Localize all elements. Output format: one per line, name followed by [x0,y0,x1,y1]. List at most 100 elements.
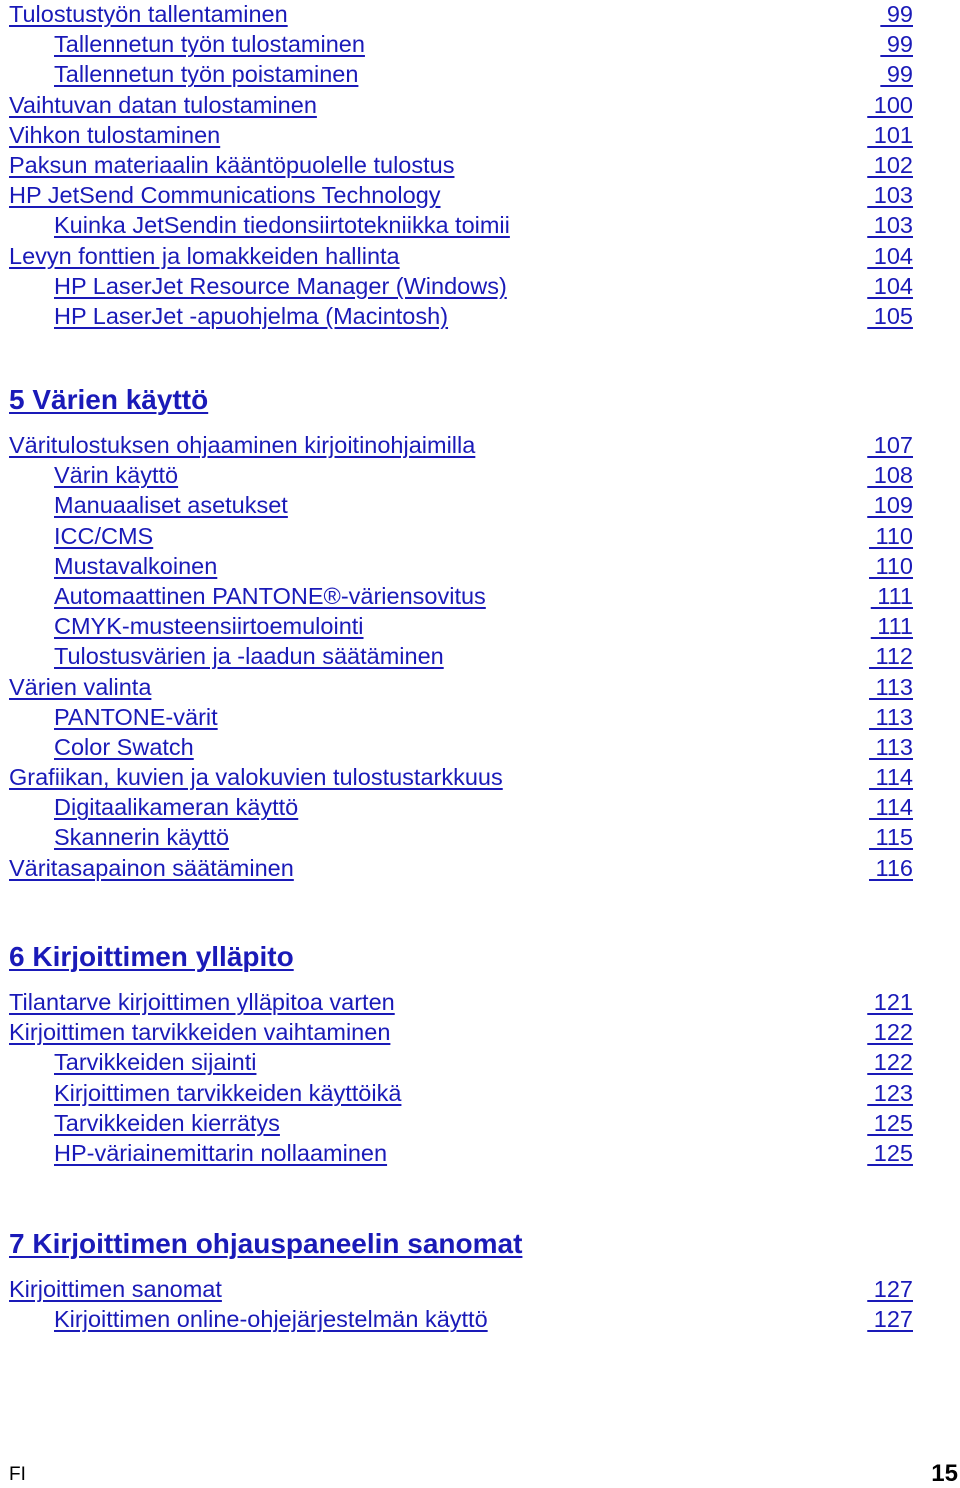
toc-entry: Tulostusvärien ja -laadun säätäminen 112 [0,642,960,672]
toc-entry-page-link[interactable]: 110 [869,551,913,581]
toc-entry-title-link[interactable]: Kirjoittimen tarvikkeiden vaihtaminen [9,1017,390,1047]
toc-entry-title-link[interactable]: Kuinka JetSendin tiedonsiirtotekniikka t… [54,210,510,240]
toc-entry: Tilantarve kirjoittimen ylläpitoa varten… [0,988,960,1018]
toc-entry-title-link[interactable]: HP JetSend Communications Technology [9,180,441,210]
toc-entry-page-link[interactable]: 103 [867,210,913,240]
toc-entry: Mustavalkoinen 110 [0,552,960,582]
toc-entry-title-link[interactable]: Color Swatch [54,732,194,762]
toc-entry-page-link[interactable]: 115 [869,822,913,852]
toc-entry-title-link[interactable]: Väritulostuksen ohjaaminen kirjoitinohja… [9,430,475,460]
toc-entry-page-link[interactable]: 112 [869,641,913,671]
toc-entry-title-link[interactable]: HP-väriainemittarin nollaaminen [54,1138,387,1168]
toc-entry-title-link[interactable]: Tarvikkeiden kierrätys [54,1108,280,1138]
toc-entry-page-link[interactable]: 113 [869,732,913,762]
toc-entry-page-link[interactable]: 99 [880,0,913,29]
toc-entry-page-link[interactable]: 116 [869,853,913,883]
toc-entry-title-link[interactable]: Tarvikkeiden sijainti [54,1047,256,1077]
toc-entry-title-link[interactable]: PANTONE-värit [54,702,218,732]
toc-entry: Tallennetun työn poistaminen 99 [0,60,960,90]
toc-entry-page-link[interactable]: 102 [867,150,913,180]
toc-entry: Kirjoittimen online-ohjejärjestelmän käy… [0,1305,960,1335]
toc-entry: Color Swatch 113 [0,733,960,763]
toc-entry-title-link[interactable]: Tulostustyön tallentaminen [9,0,288,29]
toc-entry-title-link[interactable]: Paksun materiaalin kääntöpuolelle tulost… [9,150,454,180]
toc-entry: Tallennetun työn tulostaminen 99 [0,30,960,60]
toc-entry: ICC/CMS 110 [0,522,960,552]
toc-entry-page-link[interactable]: 125 [867,1138,913,1168]
toc-entry-page-link[interactable]: 111 [871,611,913,641]
toc-entry-title-link[interactable]: Väritasapainon säätäminen [9,853,294,883]
toc-section: Tulostustyön tallentaminen 99 Tallennetun… [0,0,960,332]
toc-entry: Väritasapainon säätäminen 116 [0,854,960,884]
toc-entry-title-link[interactable]: Vihkon tulostaminen [9,120,220,150]
toc-entry-page-link[interactable]: 121 [867,987,913,1017]
toc-entry-page-link[interactable]: 105 [867,301,913,331]
footer-language-code: FI [9,1464,26,1485]
toc-entry-page-link[interactable]: 99 [880,29,913,59]
toc-entry-page-link[interactable]: 100 [867,90,913,120]
toc-entry-title-link[interactable]: Automaattinen PANTONE®-väriensovitus [54,581,486,611]
toc-entry-page-link[interactable]: 125 [867,1108,913,1138]
toc-entry-page-link[interactable]: 114 [869,792,913,822]
toc-entry-page-link[interactable]: 113 [869,672,913,702]
toc-entry-title-link[interactable]: HP LaserJet Resource Manager (Windows) [54,271,507,301]
toc-entry-title-link[interactable]: Levyn fonttien ja lomakkeiden hallinta [9,241,400,271]
chapter-heading: 7 Kirjoittimen ohjauspaneelin sanomat [0,1224,960,1264]
toc-entry-page-link[interactable]: 122 [867,1047,913,1077]
toc-entry: Tarvikkeiden kierrätys 125 [0,1109,960,1139]
toc-entry-page-link[interactable]: 114 [869,762,913,792]
toc-section: 5 Värien käyttö Väritulostuksen ohjaamine… [0,380,960,884]
chapter-heading-link[interactable]: 7 Kirjoittimen ohjauspaneelin sanomat [9,1224,522,1264]
toc-entry-title-link[interactable]: Tallennetun työn tulostaminen [54,29,365,59]
toc-entry: Skannerin käyttö 115 [0,823,960,853]
toc-entry: Manuaaliset asetukset 109 [0,491,960,521]
toc-entry-page-link[interactable]: 107 [867,430,913,460]
toc-entry-title-link[interactable]: Tallennetun työn poistaminen [54,59,358,89]
toc-entry-title-link[interactable]: Mustavalkoinen [54,551,217,581]
toc-entry-title-link[interactable]: Kirjoittimen online-ohjejärjestelmän käy… [54,1304,488,1334]
toc-entry-title-link[interactable]: Skannerin käyttö [54,822,229,852]
toc-entry: Väritulostuksen ohjaaminen kirjoitinohja… [0,431,960,461]
toc-entry-title-link[interactable]: Kirjoittimen sanomat [9,1274,222,1304]
chapter-heading-link[interactable]: 5 Värien käyttö [9,380,208,420]
toc-entry-page-link[interactable]: 104 [867,271,913,301]
toc-entry-page-link[interactable]: 127 [867,1304,913,1334]
toc-entry-title-link[interactable]: Tilantarve kirjoittimen ylläpitoa varten [9,987,395,1017]
toc-entry: Kuinka JetSendin tiedonsiirtotekniikka t… [0,211,960,241]
toc-section: 7 Kirjoittimen ohjauspaneelin sanomat Kir… [0,1224,960,1335]
toc-entry: Automaattinen PANTONE®-väriensovitus 111 [0,582,960,612]
toc-entry: HP LaserJet -apuohjelma (Macintosh) 105 [0,302,960,332]
toc-entry-title-link[interactable]: CMYK-musteensiirtoemulointi [54,611,364,641]
toc-entry: Värien valinta 113 [0,673,960,703]
toc-entry-page-link[interactable]: 122 [867,1017,913,1047]
toc-entry-page-link[interactable]: 111 [871,581,913,611]
toc-entry-title-link[interactable]: HP LaserJet -apuohjelma (Macintosh) [54,301,448,331]
toc-entry: Kirjoittimen sanomat 127 [0,1275,960,1305]
toc-entry-page-link[interactable]: 103 [867,180,913,210]
toc-entry: HP-väriainemittarin nollaaminen 125 [0,1139,960,1169]
toc-entry-title-link[interactable]: Grafiikan, kuvien ja valokuvien tulostus… [9,762,503,792]
toc-entry-title-link[interactable]: Digitaalikameran käyttö [54,792,298,822]
toc-entry-page-link[interactable]: 123 [867,1078,913,1108]
toc-entry-title-link[interactable]: Värien valinta [9,672,151,702]
toc-entry-title-link[interactable]: Vaihtuvan datan tulostaminen [9,90,317,120]
toc-entry-page-link[interactable]: 113 [869,702,913,732]
toc-entry-page-link[interactable]: 104 [867,241,913,271]
toc-entry-title-link[interactable]: Tulostusvärien ja -laadun säätäminen [54,641,444,671]
toc-entry-page-link[interactable]: 108 [867,460,913,490]
toc-entry: HP JetSend Communications Technology 103 [0,181,960,211]
toc-entry: Tarvikkeiden sijainti 122 [0,1048,960,1078]
toc-entry-title-link[interactable]: ICC/CMS [54,521,153,551]
toc-entry-page-link[interactable]: 109 [867,490,913,520]
toc-entry-page-link[interactable]: 101 [867,120,913,150]
toc-entry-page-link[interactable]: 99 [880,59,913,89]
toc-entry-title-link[interactable]: Kirjoittimen tarvikkeiden käyttöikä [54,1078,401,1108]
toc-entry: Tulostustyön tallentaminen 99 [0,0,960,30]
toc-entry-title-link[interactable]: Värin käyttö [54,460,178,490]
chapter-heading-link[interactable]: 6 Kirjoittimen ylläpito [9,937,294,977]
toc-entry: Levyn fonttien ja lomakkeiden hallinta 1… [0,242,960,272]
toc-entry-title-link[interactable]: Manuaaliset asetukset [54,490,288,520]
toc-entry-page-link[interactable]: 127 [867,1274,913,1304]
toc-entry-page-link[interactable]: 110 [869,521,913,551]
toc-entry: Grafiikan, kuvien ja valokuvien tulostus… [0,763,960,793]
